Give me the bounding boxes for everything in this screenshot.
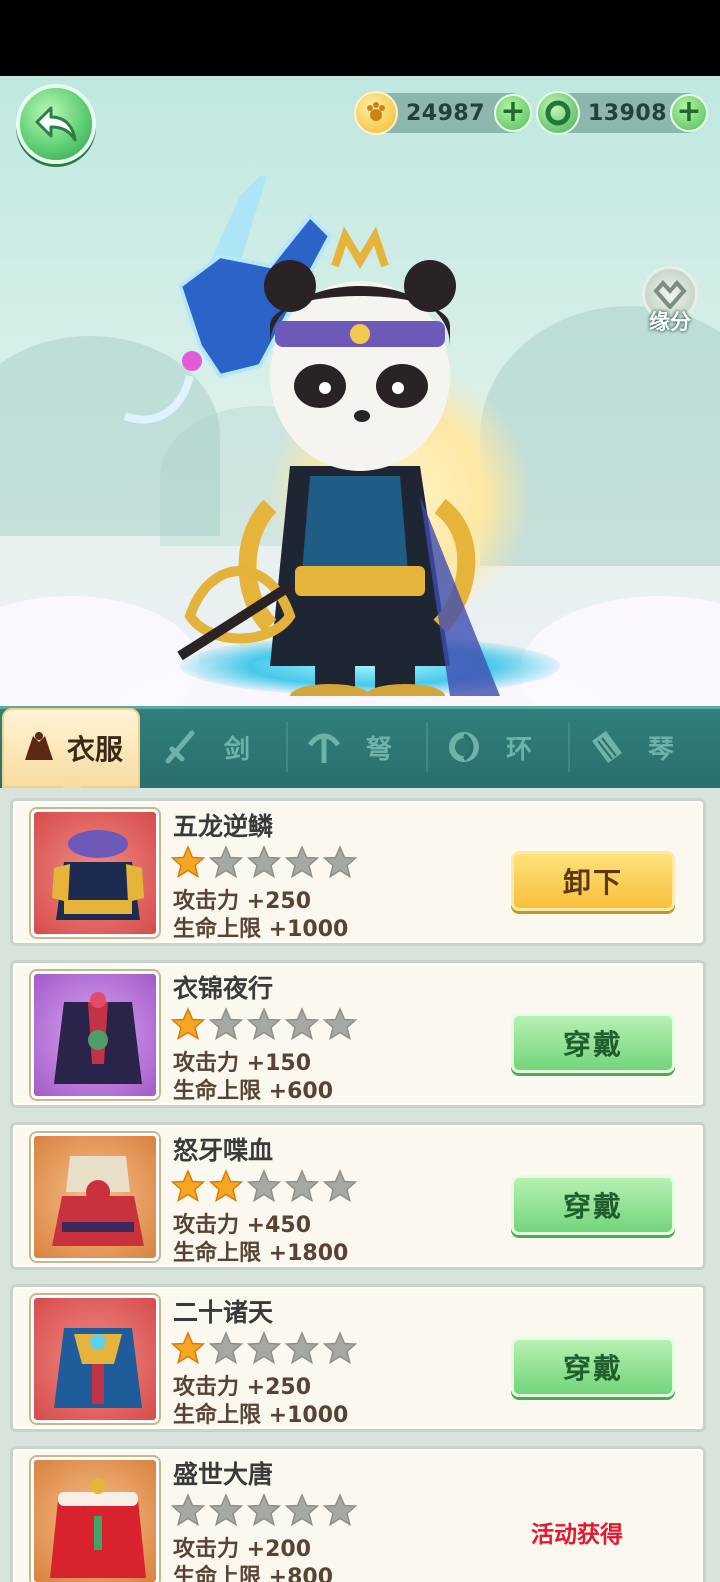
list-item: 怒牙喋血 攻击力 +450 生命上限 +1800 穿戴 (10, 1122, 706, 1270)
back-arrow-icon (35, 106, 77, 142)
fate-button[interactable]: 缘分 (640, 266, 700, 336)
tab-clothes[interactable]: 衣服 (2, 708, 140, 788)
item-thumbnail[interactable] (31, 1457, 159, 1582)
add-gold-button[interactable]: + (494, 94, 532, 132)
list-item: 五龙逆鳞 攻击力 +250 生命上限 +1000 卸下 (10, 798, 706, 946)
item-name: 五龙逆鳞 (173, 812, 274, 841)
hp-stat: 生命上限 +1800 (173, 1241, 349, 1266)
star-filled-icon (171, 1331, 205, 1365)
item-name: 二十诸天 (173, 1298, 274, 1327)
back-button[interactable] (16, 84, 96, 164)
gold-amount: 24987 (406, 100, 486, 126)
tab-ring[interactable]: 环 (444, 706, 532, 788)
tab-divider (568, 722, 570, 772)
item-name: 怒牙喋血 (173, 1136, 274, 1165)
robe-icon (52, 830, 144, 920)
star-empty-icon (285, 1007, 319, 1041)
star-rating (171, 845, 361, 879)
character-scene: 24987 + 13908 + 缘分 (0, 76, 720, 708)
hp-stat: 生命上限 +800 (173, 1565, 334, 1582)
star-filled-icon (171, 1169, 205, 1203)
star-empty-icon (285, 1331, 319, 1365)
item-thumbnail[interactable] (31, 1295, 159, 1423)
hp-stat: 生命上限 +600 (173, 1079, 334, 1104)
tab-zither[interactable]: 琴 (586, 706, 674, 788)
equipment-list: 五龙逆鳞 攻击力 +250 生命上限 +1000 卸下 衣锦夜行 攻击力 +15… (0, 788, 720, 1582)
star-empty-icon (285, 1169, 319, 1203)
item-thumbnail[interactable] (31, 809, 159, 937)
add-jade-button[interactable]: + (670, 94, 708, 132)
equip-button[interactable]: 穿戴 (511, 1013, 675, 1073)
star-filled-icon (209, 1169, 243, 1203)
robe-icon (54, 992, 142, 1084)
star-rating (171, 1007, 361, 1041)
tab-crossbow[interactable]: 弩 (304, 706, 392, 788)
star-empty-icon (247, 1169, 281, 1203)
list-item: 盛世大唐 攻击力 +200 生命上限 +800 活动获得 (10, 1446, 706, 1582)
star-filled-icon (171, 1007, 205, 1041)
ring-icon (449, 732, 479, 762)
list-item: 二十诸天 攻击力 +250 生命上限 +1000 穿戴 (10, 1284, 706, 1432)
star-empty-icon (247, 845, 281, 879)
robe-icon (50, 1478, 146, 1578)
zither-icon (592, 731, 622, 763)
star-empty-icon (171, 1493, 205, 1527)
panda-hero-character[interactable] (120, 176, 560, 696)
star-empty-icon (209, 1007, 243, 1041)
equip-button[interactable]: 穿戴 (511, 1337, 675, 1397)
star-rating (171, 1169, 361, 1203)
tab-label: 环 (506, 734, 533, 765)
list-item: 衣锦夜行 攻击力 +150 生命上限 +600 穿戴 (10, 960, 706, 1108)
jade-coin-icon (536, 91, 580, 135)
star-empty-icon (247, 1493, 281, 1527)
event-obtain-label: 活动获得 (531, 1522, 623, 1548)
tab-label: 剑 (224, 734, 251, 765)
tab-label: 衣服 (66, 733, 123, 766)
item-thumbnail[interactable] (31, 1133, 159, 1261)
star-empty-icon (209, 1331, 243, 1365)
status-bar (0, 0, 720, 76)
star-filled-icon (171, 845, 205, 879)
star-empty-icon (323, 1493, 357, 1527)
equip-button[interactable]: 穿戴 (511, 1175, 675, 1235)
star-empty-icon (209, 1493, 243, 1527)
tab-divider (426, 722, 428, 772)
hp-stat: 生命上限 +1000 (173, 917, 349, 942)
robe-icon (54, 1328, 142, 1408)
item-name: 衣锦夜行 (173, 974, 274, 1003)
item-name: 盛世大唐 (173, 1460, 274, 1489)
jade-currency: 13908 + (536, 91, 708, 135)
star-empty-icon (323, 1007, 357, 1041)
jade-amount: 13908 (588, 100, 668, 126)
gold-currency: 24987 + (354, 91, 532, 135)
star-empty-icon (247, 1331, 281, 1365)
star-rating (171, 1493, 361, 1527)
tab-label: 弩 (366, 734, 393, 765)
tab-divider (286, 722, 288, 772)
star-empty-icon (323, 1169, 357, 1203)
sword-icon (165, 730, 195, 764)
clothes-icon (24, 732, 53, 760)
robe-icon (52, 1156, 144, 1246)
gold-coin-icon (354, 91, 398, 135)
star-empty-icon (285, 1493, 319, 1527)
tab-sword[interactable]: 剑 (162, 706, 250, 788)
star-empty-icon (285, 845, 319, 879)
hp-stat: 生命上限 +1000 (173, 1403, 349, 1428)
star-rating (171, 1331, 361, 1365)
item-thumbnail[interactable] (31, 971, 159, 1099)
crossbow-icon (307, 733, 341, 763)
star-empty-icon (209, 845, 243, 879)
tab-label: 琴 (648, 734, 675, 765)
star-empty-icon (323, 845, 357, 879)
star-empty-icon (323, 1331, 357, 1365)
star-empty-icon (247, 1007, 281, 1041)
fate-label: 缘分 (649, 310, 691, 334)
unequip-button[interactable]: 卸下 (511, 851, 675, 911)
